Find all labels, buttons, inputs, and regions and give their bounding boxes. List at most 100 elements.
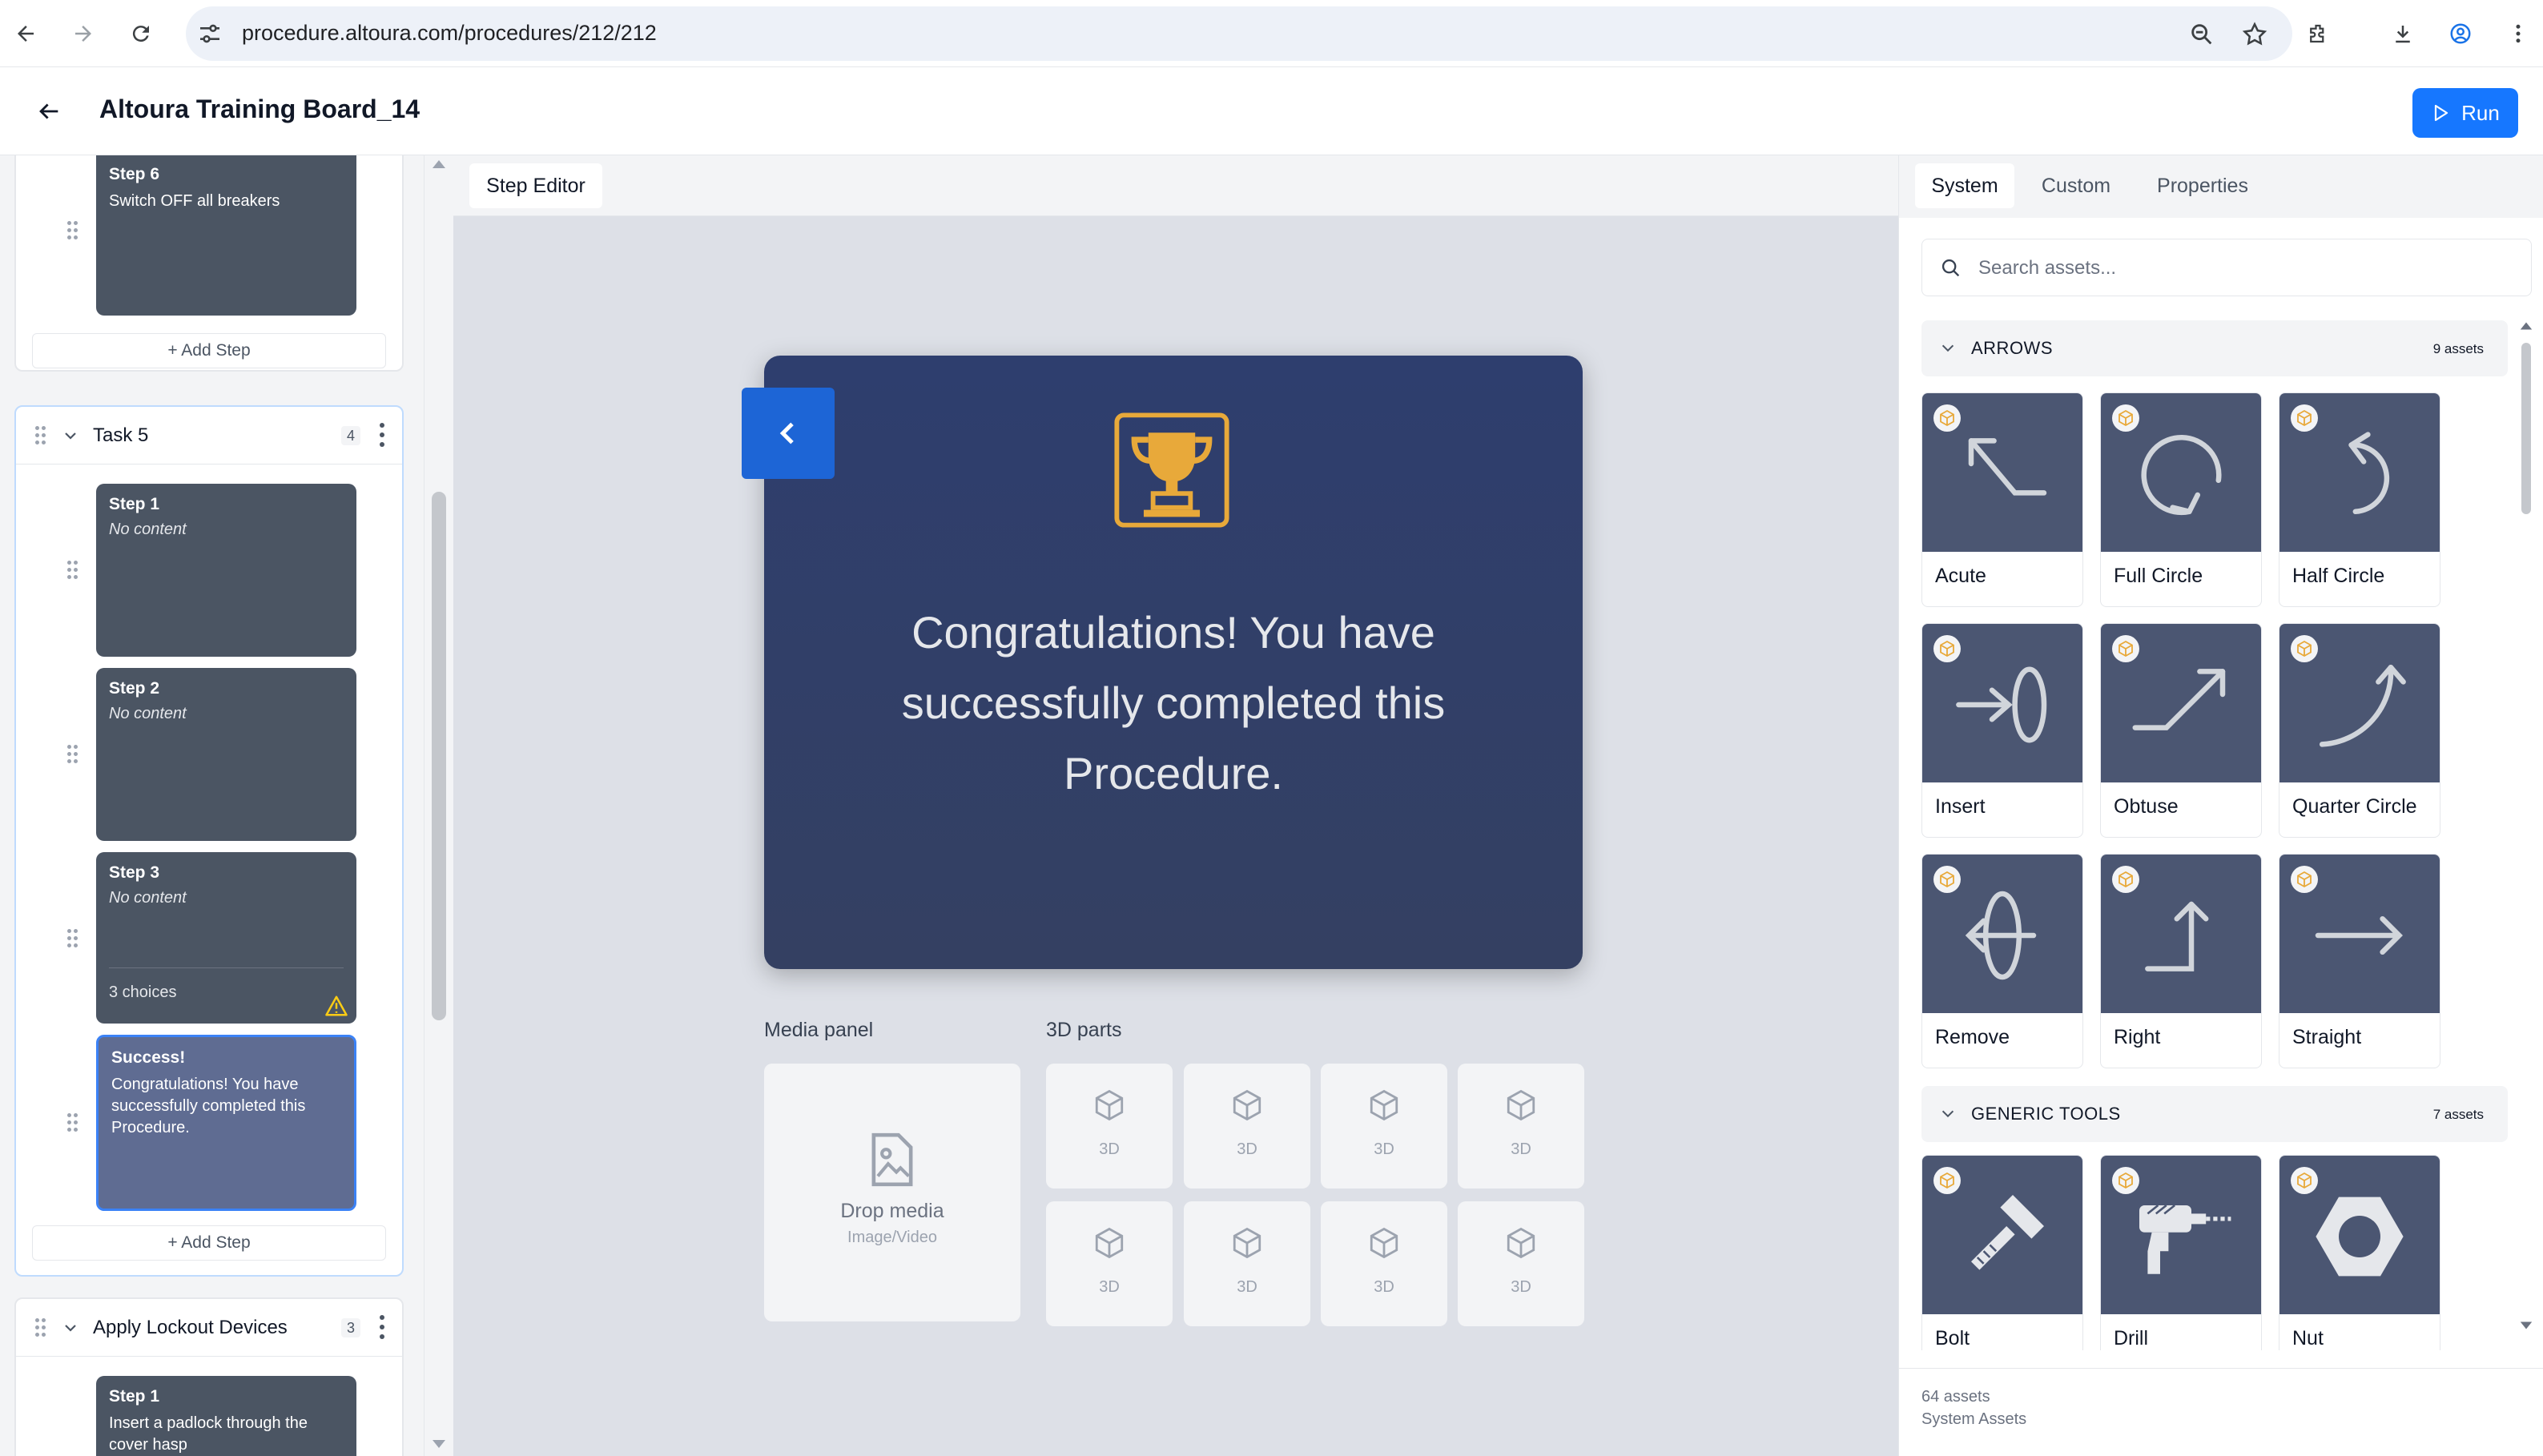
asset-search[interactable]	[1921, 239, 2532, 296]
asset-tile[interactable]: Straight	[2279, 854, 2440, 1068]
drop-media-label: Drop media	[840, 1200, 944, 1222]
asset-tile[interactable]: Right	[2100, 854, 2262, 1068]
tab-step-editor[interactable]: Step Editor	[469, 163, 602, 208]
step-title: Step 1	[109, 495, 160, 513]
drag-handle-icon[interactable]	[67, 561, 80, 580]
zoom-icon[interactable]	[2188, 21, 2215, 48]
cube-icon	[1233, 1089, 1261, 1121]
add-step-button[interactable]: + Add Step	[32, 333, 386, 368]
scrollbar-thumb[interactable]	[2521, 343, 2531, 514]
asset-name: Right	[2114, 1026, 2161, 1048]
remove-arrow-icon	[1965, 891, 2037, 980]
scroll-down-icon[interactable]	[431, 1438, 447, 1450]
previous-step-button[interactable]	[742, 388, 835, 479]
right-arrow-icon	[2145, 901, 2209, 971]
full-circle-arrow-icon	[2141, 435, 2222, 516]
page-title: Altoura Training Board_14	[99, 95, 420, 123]
tab-system[interactable]: System	[1915, 163, 2014, 208]
step-card[interactable]: Step 1 No content	[96, 484, 356, 657]
tab-custom[interactable]: Custom	[2024, 163, 2128, 208]
drag-handle-icon[interactable]	[67, 221, 80, 240]
step-card[interactable]: Step 3 No content 3 choices	[96, 852, 356, 1024]
asset-tile[interactable]: Insert	[1921, 623, 2083, 838]
drag-handle-icon[interactable]	[35, 1318, 48, 1337]
warning-icon	[325, 995, 348, 1016]
asset-name: Straight	[2292, 1026, 2362, 1048]
asset-tile[interactable]: Bolt	[1921, 1155, 2083, 1350]
drag-handle-icon[interactable]	[35, 426, 48, 445]
straight-arrow-icon	[2315, 915, 2403, 955]
3d-part-slot[interactable]: 3D	[1046, 1201, 1173, 1326]
asset-scrollbar[interactable]	[2514, 320, 2538, 1353]
3d-part-slot[interactable]: 3D	[1321, 1064, 1447, 1189]
asset-tile[interactable]: Quarter Circle	[2279, 623, 2440, 838]
scrollbar-thumb[interactable]	[432, 492, 446, 1020]
search-input[interactable]	[1978, 251, 2507, 286]
3d-part-slot[interactable]: 3D	[1321, 1201, 1447, 1326]
browser-menu-icon[interactable]	[2502, 18, 2534, 50]
tab-properties[interactable]: Properties	[2136, 163, 2269, 208]
scroll-down-icon[interactable]	[2519, 1320, 2533, 1331]
step-card[interactable]: Step 6 Switch OFF all breakers	[96, 155, 356, 316]
media-drop-zone[interactable]: Drop media Image/Video	[764, 1064, 1020, 1321]
back-arrow-icon[interactable]	[35, 98, 62, 125]
category-header-generic-tools[interactable]: GENERIC TOOLS 7 assets	[1921, 1086, 2508, 1142]
asset-tile[interactable]: Nut	[2279, 1155, 2440, 1350]
asset-tile[interactable]: Acute	[1921, 392, 2083, 607]
step-description: Insert a padlock through the cover hasp	[109, 1414, 308, 1454]
drag-handle-icon[interactable]	[67, 929, 80, 948]
step-card-selected[interactable]: Success! Congratulations! You have succe…	[96, 1035, 356, 1211]
site-settings-icon[interactable]	[197, 21, 223, 46]
step-card[interactable]: Step 2 No content	[96, 668, 356, 841]
scroll-up-icon[interactable]	[2519, 320, 2533, 332]
3d-part-slot[interactable]: 3D	[1184, 1201, 1310, 1326]
asset-source-label: System Assets	[1921, 1410, 2027, 1428]
asset-name: Insert	[1935, 795, 1986, 818]
3d-part-slot[interactable]: 3D	[1184, 1064, 1310, 1189]
scroll-up-icon[interactable]	[431, 159, 447, 170]
asset-name: Remove	[1935, 1026, 2010, 1048]
chevron-down-icon[interactable]	[61, 1318, 80, 1337]
more-options-icon[interactable]	[378, 423, 384, 447]
slot-label: 3D	[1099, 1278, 1120, 1296]
reload-icon[interactable]	[125, 18, 157, 50]
extensions-icon[interactable]	[2302, 18, 2334, 50]
divider	[109, 967, 344, 968]
back-icon[interactable]	[10, 18, 42, 50]
category-header-arrows[interactable]: ARROWS 9 assets	[1921, 320, 2508, 376]
forward-icon[interactable]	[67, 18, 99, 50]
task-header[interactable]: Task 5 4	[16, 407, 402, 465]
task-header[interactable]: Apply Lockout Devices 3	[16, 1299, 402, 1357]
bookmark-star-icon[interactable]	[2241, 21, 2268, 48]
step-description: No content	[109, 889, 187, 907]
drill-icon	[2139, 1204, 2231, 1274]
3d-part-slot[interactable]: 3D	[1458, 1064, 1584, 1189]
3d-part-slot[interactable]: 3D	[1458, 1201, 1584, 1326]
asset-tile[interactable]: Obtuse	[2100, 623, 2262, 838]
step-title: Step 6	[109, 165, 160, 183]
asset-name: Drill	[2114, 1327, 2149, 1349]
step-card[interactable]: Step 1 Insert a padlock through the cove…	[96, 1376, 356, 1456]
asset-tile[interactable]: Full Circle	[2100, 392, 2262, 607]
url-text[interactable]: procedure.altoura.com/procedures/212/212	[242, 21, 657, 46]
more-options-icon[interactable]	[378, 1315, 384, 1339]
sidebar-scrollbar[interactable]	[425, 155, 453, 1456]
asset-tile[interactable]: Drill	[2100, 1155, 2262, 1350]
3d-part-slot[interactable]: 3D	[1046, 1064, 1173, 1189]
download-icon[interactable]	[2387, 18, 2419, 50]
asset-tile[interactable]: Half Circle	[2279, 392, 2440, 607]
add-step-button[interactable]: + Add Step	[32, 1225, 386, 1261]
step-editor-canvas: Step Editor Congratulations! You have su…	[453, 155, 1898, 1456]
app-header: Altoura Training Board_14 Run	[0, 67, 2543, 155]
asset-tile[interactable]: Remove	[1921, 854, 2083, 1068]
run-button[interactable]: Run	[2412, 88, 2518, 138]
profile-icon[interactable]	[2444, 18, 2477, 50]
asset-name: Full Circle	[2114, 565, 2203, 587]
address-bar[interactable]: procedure.altoura.com/procedures/212/212	[186, 6, 2292, 61]
tools-grid-viewport: Bolt Drill Nut	[1899, 1155, 2508, 1350]
3d-badge-icon	[2291, 404, 2318, 432]
chevron-down-icon[interactable]	[61, 426, 80, 445]
drag-handle-icon[interactable]	[67, 745, 80, 764]
drag-handle-icon[interactable]	[67, 1113, 80, 1132]
3d-badge-icon	[2291, 1167, 2318, 1194]
